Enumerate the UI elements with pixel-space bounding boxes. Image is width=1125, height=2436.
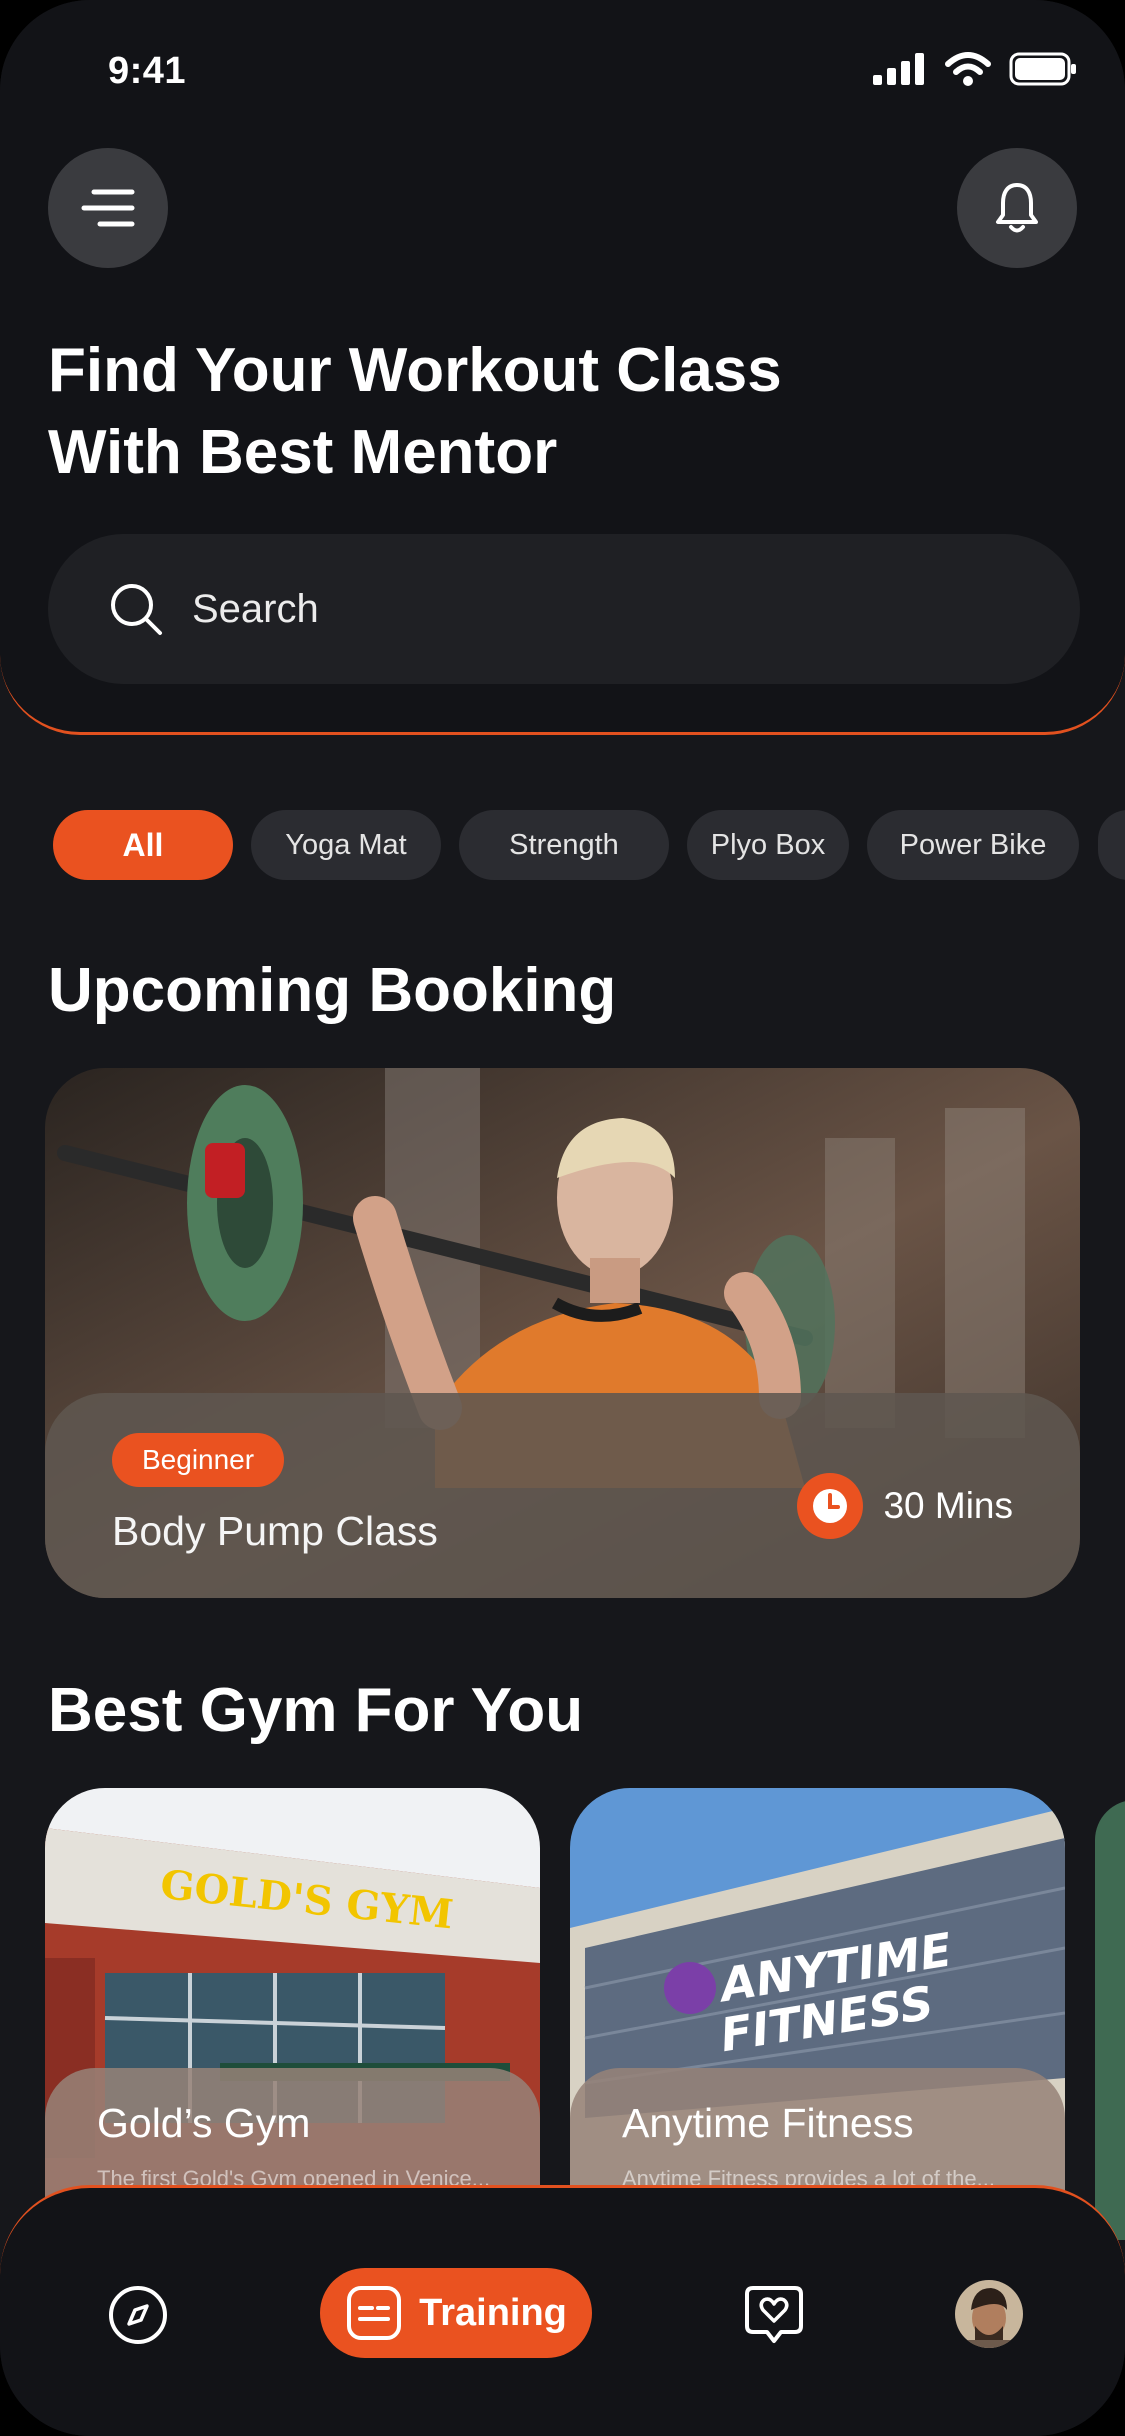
booking-card[interactable]: Beginner Body Pump Class 30 Mins (45, 1068, 1080, 1598)
hero-header: 9:41 Find Your Workout Class With Best M… (0, 0, 1125, 735)
gym-card-anytime[interactable]: ANYTIME FITNESS Anytime Fitness Anytime … (570, 1788, 1065, 2228)
bottom-tab-bar: Training (0, 2185, 1125, 2436)
class-name: Body Pump Class (112, 1508, 438, 1554)
battery-icon (1009, 52, 1076, 86)
section-title-best-gym: Best Gym For You (48, 1676, 584, 1745)
search-input[interactable]: Search (48, 534, 1080, 684)
search-placeholder: Search (192, 586, 319, 631)
filter-chip-yoga-mat[interactable]: Yoga Mat (251, 810, 441, 880)
filter-chips: All Yoga Mat Strength Plyo Box Power Bik… (53, 810, 1079, 880)
filter-chip-all[interactable]: All (53, 810, 233, 880)
tab-favorites[interactable] (742, 2283, 806, 2347)
menu-button[interactable] (48, 148, 168, 268)
gym-card-overflow[interactable] (1095, 1800, 1125, 2240)
filter-chip-plyo-box[interactable]: Plyo Box (687, 810, 849, 880)
gym-list: GOLD'S GYM Gold’s Gym The first Gold's G… (45, 1788, 1065, 2228)
page-title: Find Your Workout Class With Best Mentor (48, 330, 948, 494)
filter-chip-strength[interactable]: Strength (459, 810, 669, 880)
filter-chip-power-bike[interactable]: Power Bike (867, 810, 1079, 880)
compass-icon (109, 2286, 167, 2344)
heart-chat-icon (745, 2286, 803, 2343)
search-icon (111, 584, 162, 635)
tab-training[interactable]: Training (320, 2268, 592, 2358)
status-icons (873, 52, 1077, 86)
avatar (955, 2280, 1023, 2348)
tab-training-label: Training (419, 2291, 567, 2334)
duration-label: 30 Mins (883, 1485, 1013, 1526)
page-title-line1: Find Your Workout Class (48, 336, 782, 405)
booking-info-panel: Beginner Body Pump Class 30 Mins (45, 1393, 1080, 1598)
gym-name: Anytime Fitness (622, 2100, 914, 2146)
gym-card-golds[interactable]: GOLD'S GYM Gold’s Gym The first Gold's G… (45, 1788, 540, 2228)
tab-profile[interactable] (955, 2280, 1023, 2348)
gym-name: Gold’s Gym (97, 2100, 311, 2146)
level-badge: Beginner (112, 1433, 285, 1487)
hamburger-menu-icon (81, 189, 135, 227)
signal-icon (873, 53, 924, 85)
bell-icon (996, 183, 1038, 233)
status-time: 9:41 (108, 50, 187, 92)
app-screen: 9:41 Find Your Workout Class With Best M… (0, 0, 1125, 2436)
page-title-line2: With Best Mentor (48, 418, 558, 487)
wifi-icon (945, 52, 991, 86)
filter-chip-overflow[interactable] (1098, 810, 1125, 880)
class-duration: 30 Mins (797, 1473, 1013, 1539)
training-icon (347, 2286, 402, 2340)
clock-icon (797, 1473, 864, 1539)
notification-button[interactable] (957, 148, 1077, 268)
tab-explore[interactable] (106, 2283, 170, 2347)
section-title-upcoming: Upcoming Booking (48, 956, 617, 1025)
